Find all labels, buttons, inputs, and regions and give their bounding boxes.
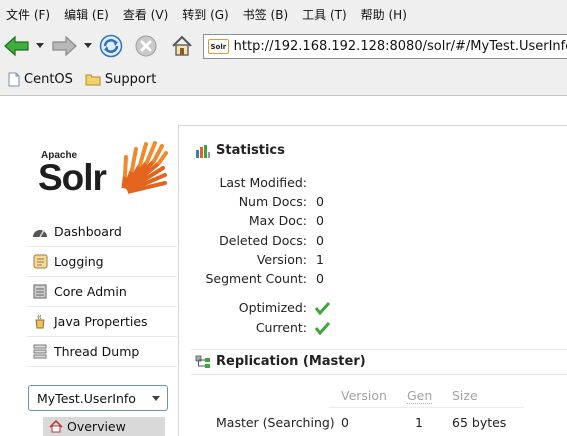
site-favicon: Solr — [208, 39, 229, 54]
reload-icon — [99, 34, 123, 58]
content-area: Statistics Last Modified: Num Docs: 0 Ma… — [178, 125, 567, 436]
folder-icon — [85, 74, 101, 86]
bar-chart-icon — [196, 144, 210, 158]
nav-thread-dump[interactable]: Thread Dump — [27, 337, 177, 367]
core-admin-icon — [32, 284, 48, 300]
checkmark-icon — [315, 301, 330, 315]
menu-view[interactable]: 查看 (V) — [123, 6, 168, 23]
java-properties-icon — [32, 314, 48, 330]
core-selector[interactable]: MyTest.UserInfo — [28, 385, 168, 411]
menu-tools[interactable]: 工具 (T) — [302, 6, 347, 23]
nav-java-properties[interactable]: Java Properties — [27, 307, 177, 337]
forward-dropdown-icon[interactable] — [84, 43, 92, 49]
back-arrow-icon — [4, 35, 29, 57]
menu-go[interactable]: 转到 (G) — [182, 6, 228, 23]
replication-row-name: Master (Searching) — [216, 415, 335, 430]
menu-help[interactable]: 帮助 (H) — [361, 6, 407, 23]
nav-core-admin-label: Core Admin — [54, 284, 127, 299]
stat-value: 0 — [316, 213, 324, 228]
core-menu-overview[interactable]: Overview — [43, 417, 165, 436]
section-divider — [191, 374, 567, 375]
menu-edit[interactable]: 编辑 (E) — [64, 6, 109, 23]
stat-label: Num Docs: — [238, 194, 307, 209]
statistics-title: Statistics — [195, 143, 285, 158]
nav-dashboard[interactable]: Dashboard — [27, 217, 177, 247]
logging-icon — [32, 254, 48, 270]
stat-row-version: Version: 1 — [179, 252, 324, 271]
forward-button[interactable] — [49, 31, 79, 61]
replication-header-size: Size — [452, 388, 478, 403]
thread-dump-icon — [32, 344, 48, 360]
home-icon — [49, 420, 63, 433]
stat-label: Max Doc: — [248, 213, 307, 228]
replication-header-gen: Gen — [407, 388, 433, 404]
bookmark-support[interactable]: Support — [85, 72, 156, 87]
nav-logging-label: Logging — [54, 254, 104, 269]
stat-label: Version: — [256, 252, 307, 267]
home-button[interactable] — [167, 31, 197, 61]
stat-row-deleted-docs: Deleted Docs: 0 — [179, 233, 324, 252]
nav-logging[interactable]: Logging — [27, 247, 177, 277]
stat-row-current: Current: — [179, 320, 330, 339]
core-menu-overview-label: Overview — [67, 419, 126, 434]
bookmarks-toolbar: CentOS Support — [0, 64, 567, 96]
replication-row-gen: 1 — [415, 415, 423, 430]
stat-label: Current: — [255, 320, 307, 335]
stat-value: 1 — [316, 252, 324, 267]
replication-row-version: 0 — [341, 415, 349, 430]
replication-title: Replication (Master) — [195, 354, 366, 369]
menu-file[interactable]: 文件 (F) — [6, 6, 50, 23]
solr-logo[interactable]: Apache Solr — [38, 135, 168, 200]
stat-label: Last Modified: — [219, 175, 307, 190]
statistics-title-text: Statistics — [216, 143, 285, 158]
solr-admin-page: Apache Solr Dashboard Logging Core Admin… — [0, 97, 567, 436]
replication-header-divider — [329, 407, 524, 408]
replication-header-version: Version — [341, 388, 387, 403]
stat-row-optimized: Optimized: — [179, 300, 330, 319]
stat-row-num-docs: Num Docs: 0 — [179, 194, 324, 213]
nav-java-properties-label: Java Properties — [54, 314, 148, 329]
core-selector-value: MyTest.UserInfo — [37, 390, 136, 406]
url-text[interactable]: http://192.168.192.128:8080/solr/#/MyTes… — [234, 39, 567, 54]
replication-title-text: Replication (Master) — [216, 354, 366, 369]
stat-value: 0 — [316, 271, 324, 286]
nav-thread-dump-label: Thread Dump — [54, 344, 140, 359]
home-icon — [172, 35, 192, 56]
solr-sun-icon — [118, 141, 168, 197]
logo-solr-text: Solr — [38, 157, 107, 198]
stop-button[interactable] — [131, 31, 161, 61]
stat-row-max-doc: Max Doc: 0 — [179, 213, 324, 232]
back-dropdown-icon[interactable] — [36, 43, 44, 49]
navigation-toolbar: Solr http://192.168.192.128:8080/solr/#/… — [0, 28, 567, 64]
replication-icon — [195, 355, 210, 368]
bookmark-centos-label: CentOS — [24, 72, 73, 87]
stat-label: Deleted Docs: — [219, 233, 307, 248]
bookmark-support-label: Support — [104, 72, 157, 87]
stat-row-last-modified: Last Modified: — [179, 175, 307, 194]
dashboard-icon — [32, 224, 48, 240]
main-navigation: Dashboard Logging Core Admin Java Proper… — [27, 217, 177, 367]
menubar: 文件 (F) 编辑 (E) 查看 (V) 转到 (G) 书签 (B) 工具 (T… — [0, 0, 567, 28]
chevron-down-icon — [152, 396, 160, 401]
address-bar[interactable]: Solr http://192.168.192.128:8080/solr/#/… — [203, 34, 567, 59]
stat-label: Optimized: — [238, 300, 307, 315]
bookmark-centos[interactable]: CentOS — [8, 72, 73, 87]
back-button[interactable] — [2, 31, 32, 61]
stat-label: Segment Count: — [205, 271, 307, 286]
stop-icon — [135, 35, 157, 57]
forward-arrow-icon — [52, 35, 77, 57]
reload-button[interactable] — [96, 31, 126, 61]
menu-bookmarks[interactable]: 书签 (B) — [243, 6, 288, 23]
replication-row-size: 65 bytes — [452, 415, 507, 430]
nav-dashboard-label: Dashboard — [54, 224, 122, 239]
page-icon — [8, 72, 20, 87]
stat-row-segment-count: Segment Count: 0 — [179, 271, 324, 290]
section-divider — [191, 349, 567, 350]
checkmark-icon — [315, 321, 330, 335]
nav-core-admin[interactable]: Core Admin — [27, 277, 177, 307]
stat-value: 0 — [316, 233, 324, 248]
stat-value: 0 — [316, 194, 324, 209]
